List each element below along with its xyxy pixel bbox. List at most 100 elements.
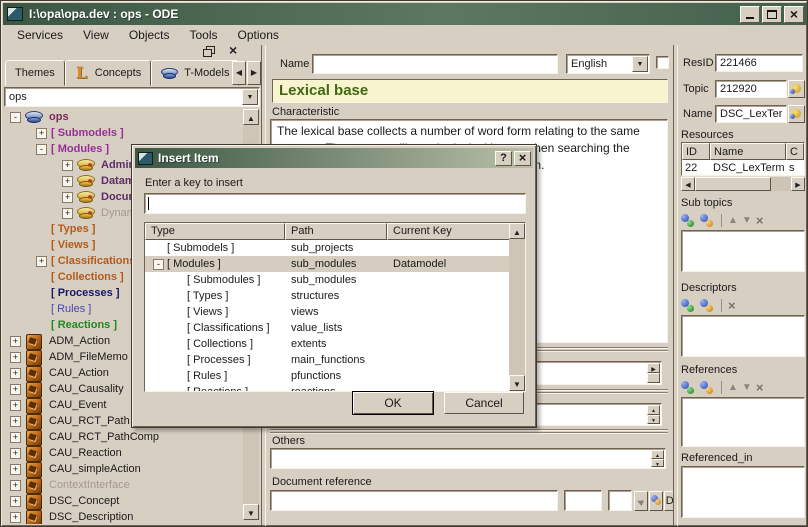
model-filter-combo[interactable]: ops: [4, 87, 260, 107]
resid-input[interactable]: [715, 54, 803, 72]
scroll-thumb[interactable]: [695, 177, 771, 191]
close-icon[interactable]: [514, 151, 531, 166]
scroll-up-icon[interactable]: [243, 109, 259, 125]
spin-down-icon[interactable]: [651, 459, 664, 468]
col-class[interactable]: C: [786, 143, 804, 160]
close-panel-icon[interactable]: [229, 42, 241, 54]
add-descriptor-icon[interactable]: [681, 298, 696, 313]
spin-up-icon[interactable]: [647, 405, 660, 415]
res-name-input[interactable]: [715, 105, 787, 123]
maximize-icon[interactable]: [762, 6, 782, 23]
float-panel-icon[interactable]: [203, 46, 215, 56]
tree-expander-icon[interactable]: -: [10, 112, 21, 123]
name-pick-button[interactable]: [788, 105, 805, 123]
remove-icon[interactable]: ×: [728, 300, 736, 312]
move-up-icon[interactable]: ▲: [728, 382, 738, 393]
tree-item[interactable]: + CAU_RCT_PathComp: [4, 429, 242, 445]
resources-hscrollbar[interactable]: [681, 177, 805, 191]
menu-item[interactable]: Tools: [180, 25, 228, 45]
minimize-icon[interactable]: [740, 6, 760, 23]
col-name[interactable]: Name: [710, 143, 786, 160]
tree-item[interactable]: + ContextInterface: [4, 477, 242, 493]
menu-item[interactable]: Objects: [119, 25, 180, 45]
mini-scroll[interactable]: [647, 363, 660, 383]
document-reference-input[interactable]: [270, 490, 558, 511]
tree-expander-icon[interactable]: +: [10, 416, 21, 427]
cancel-button[interactable]: Cancel: [444, 392, 524, 414]
others-field[interactable]: [270, 448, 666, 469]
scroll-down-icon[interactable]: [509, 375, 525, 391]
tree-item[interactable]: + DSC_Description: [4, 509, 242, 524]
references-list[interactable]: [681, 397, 805, 447]
scroll-right-icon[interactable]: [647, 363, 660, 373]
dialog-table-row[interactable]: - [ Modules ] sub_modules Datamodel: [145, 256, 509, 272]
delete-reference-button[interactable]: Del: [664, 491, 673, 511]
chevron-down-icon[interactable]: [632, 56, 648, 72]
dialog-table-row[interactable]: [ Views ] views: [145, 304, 509, 320]
dock-tab[interactable]: Concepts: [65, 60, 151, 86]
add-subtopic-icon[interactable]: [681, 213, 696, 228]
add-reference-icon[interactable]: [681, 380, 696, 395]
tree-expander-icon[interactable]: +: [10, 368, 21, 379]
tree-item[interactable]: + CAU_Reaction: [4, 445, 242, 461]
name-input[interactable]: [312, 54, 558, 74]
tree-expander-icon[interactable]: +: [10, 352, 21, 363]
tree-expander-icon[interactable]: +: [62, 192, 73, 203]
scroll-right-icon[interactable]: [791, 177, 805, 191]
tree-expander-icon[interactable]: +: [62, 160, 73, 171]
menu-item[interactable]: Services: [7, 25, 73, 45]
language-checkbox[interactable]: [656, 56, 669, 69]
tree-item[interactable]: + DSC_Concept: [4, 493, 242, 509]
tree-expander-icon[interactable]: +: [36, 128, 47, 139]
document-reference-input-3[interactable]: [608, 490, 632, 511]
dialog-table-row[interactable]: [ Processes ] main_functions: [145, 352, 509, 368]
dialog-table-row[interactable]: [ Submodels ] sub_projects: [145, 240, 509, 256]
remove-icon[interactable]: ×: [756, 215, 764, 227]
dock-tab[interactable]: T-Models: [151, 60, 239, 86]
topic-input[interactable]: [715, 80, 787, 98]
ok-button[interactable]: OK: [352, 391, 434, 415]
spin-down-icon[interactable]: [647, 415, 660, 425]
descriptors-list[interactable]: [681, 315, 805, 357]
dock-tab[interactable]: Themes: [5, 60, 65, 86]
tree-expander-icon[interactable]: +: [10, 512, 21, 523]
dialog-table-row[interactable]: [ Types ] structures: [145, 288, 509, 304]
key-input[interactable]: [144, 193, 526, 214]
tree-expander-icon[interactable]: +: [10, 400, 21, 411]
subtopics-list[interactable]: [681, 230, 805, 272]
col-id[interactable]: ID: [682, 143, 710, 160]
move-up-icon[interactable]: ▲: [728, 215, 738, 226]
tree-expander-icon[interactable]: +: [62, 176, 73, 187]
dialog-table-row[interactable]: [ Classifications ] value_lists: [145, 320, 509, 336]
tree-expander-icon[interactable]: +: [10, 496, 21, 507]
move-down-icon[interactable]: ▼: [742, 382, 752, 393]
tab-scroll-right-icon[interactable]: [247, 61, 261, 85]
document-reference-input-2[interactable]: [564, 490, 602, 511]
language-combo[interactable]: English: [566, 54, 650, 74]
col-current-key[interactable]: Current Key: [387, 223, 511, 240]
scroll-up-icon[interactable]: [509, 223, 525, 239]
scroll-left-icon[interactable]: [681, 177, 695, 191]
tree-expander-icon[interactable]: +: [10, 480, 21, 491]
remove-icon[interactable]: ×: [756, 382, 764, 394]
scroll-down-icon[interactable]: [243, 504, 259, 520]
spin-up-icon[interactable]: [651, 450, 664, 459]
add-reference-alt-icon[interactable]: [700, 380, 715, 395]
close-icon[interactable]: [784, 6, 804, 23]
tree-expander-icon[interactable]: +: [10, 464, 21, 475]
mini-spinner[interactable]: [651, 450, 664, 467]
attach-button[interactable]: [634, 491, 648, 511]
chevron-down-icon[interactable]: [242, 89, 258, 105]
col-path[interactable]: Path: [285, 223, 387, 240]
scroll-blank[interactable]: [647, 373, 660, 383]
add-descriptor-alt-icon[interactable]: [700, 298, 715, 313]
tree-expander-icon[interactable]: -: [153, 259, 164, 270]
tree-item[interactable]: + CAU_simpleAction: [4, 461, 242, 477]
tree-item[interactable]: - ops: [4, 109, 242, 125]
dialog-table-row[interactable]: [ Submodules ] sub_modules: [145, 272, 509, 288]
dialog-table-scrollbar[interactable]: [509, 223, 525, 391]
add-subtopic-alt-icon[interactable]: [700, 213, 715, 228]
resource-row[interactable]: 22 DSC_LexTerm s: [682, 160, 804, 177]
referenced-in-list[interactable]: [681, 466, 805, 518]
dialog-table-row[interactable]: [ Collections ] extents: [145, 336, 509, 352]
